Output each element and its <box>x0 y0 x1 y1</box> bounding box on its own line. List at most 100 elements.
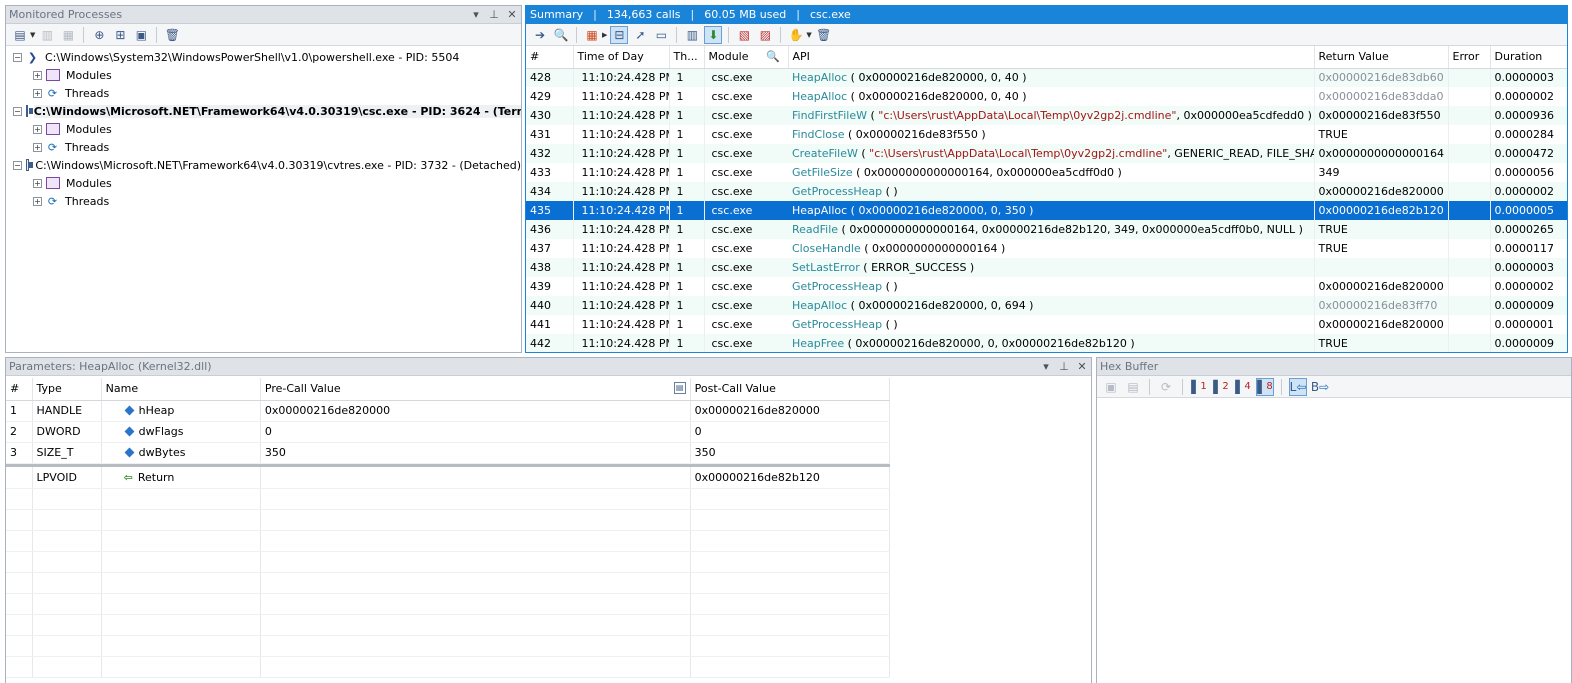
table-row[interactable]: 434 11:10:24.428 PM 1 csc.exe GetProcessHeap… <box>526 182 1567 201</box>
empty-row <box>6 488 891 510</box>
col-pre-call[interactable]: Pre-Call Value ▤ <box>260 378 691 401</box>
expand-icon[interactable]: + <box>33 124 42 134</box>
columns-icon[interactable]: ▥ <box>683 26 701 44</box>
export-icon[interactable]: ▦ <box>59 26 77 44</box>
refresh-icon[interactable]: ⟳ <box>1157 378 1175 396</box>
tree-child-item[interactable]: + Modules <box>6 120 521 138</box>
process-name: csc.exe <box>809 8 851 21</box>
threads-icon: ⟳ <box>47 140 58 154</box>
api-filter-icon[interactable]: ▧ <box>735 26 753 44</box>
pane-menu-icon[interactable]: ▾ <box>1040 358 1052 376</box>
table-row[interactable]: 428 11:10:24.428 PM 1 csc.exe HeapAlloc ( 0x… <box>526 68 1567 87</box>
big-endian-button[interactable]: B ⇨ <box>1311 378 1329 396</box>
byte-8-button[interactable]: ▌ 8 <box>1256 377 1274 396</box>
byte-4-button[interactable]: ▌ 4 <box>1234 378 1252 396</box>
cell-error <box>1448 277 1491 296</box>
col-error[interactable]: Error <box>1448 46 1491 69</box>
tree-process-item[interactable]: − C:\Windows\Microsoft.NET\Framework64\v… <box>6 156 521 174</box>
param-row[interactable]: 3 SIZE_T dwBytes 350 350 <box>6 442 891 464</box>
col-post-call[interactable]: Post-Call Value <box>690 378 891 401</box>
console-icon[interactable]: ▭ <box>652 26 670 44</box>
tree-child-item[interactable]: + Modules <box>6 66 521 84</box>
table-row[interactable]: 433 11:10:24.428 PM 1 csc.exe GetFileSize ( … <box>526 163 1567 182</box>
trash-icon[interactable]: 🗑 <box>815 26 833 44</box>
pin-icon[interactable]: ⊥ <box>488 6 500 24</box>
api-args: ( ) <box>882 185 898 198</box>
summary-tab[interactable]: Summary <box>530 6 583 24</box>
table-row[interactable]: 438 11:10:24.428 PM 1 csc.exe SetLastError (… <box>526 258 1567 277</box>
tree-process-item[interactable]: − ❯ C:\Windows\System32\WindowsPowerShel… <box>6 48 521 66</box>
col-api[interactable]: API <box>788 46 1315 69</box>
tree-view-icon[interactable]: ⊟ <box>610 25 629 44</box>
tree-child-item[interactable]: + ⟳ Threads <box>6 192 521 210</box>
return-name-cell: ⇦ Return <box>101 467 261 489</box>
col-param-name[interactable]: Name <box>101 378 261 401</box>
col-module[interactable]: Module <box>704 46 760 69</box>
table-row[interactable]: 429 11:10:24.428 PM 1 csc.exe HeapAlloc ( 0x… <box>526 87 1567 106</box>
table-row[interactable]: 442 11:10:24.428 PM 1 csc.exe HeapFree ( 0x0… <box>526 334 1567 352</box>
hand-icon[interactable]: ✋ <box>787 26 805 44</box>
param-row[interactable]: 1 HANDLE hHeap 0x00000216de820000 0x0000… <box>6 400 891 422</box>
clear-filter-icon[interactable]: ▨ <box>756 26 774 44</box>
autoscroll-icon[interactable]: ⬇ <box>704 25 723 44</box>
table-row[interactable]: 437 11:10:24.428 PM 1 csc.exe CloseHandle ( … <box>526 239 1567 258</box>
save-icon[interactable]: ▣ <box>1102 378 1120 396</box>
properties-icon[interactable]: ▣ <box>132 26 150 44</box>
col-return[interactable]: Return Value <box>1314 46 1449 69</box>
param-row[interactable]: 2 DWORD dwFlags 0 0 <box>6 421 891 443</box>
col-number[interactable]: # <box>526 46 574 69</box>
search-column-icon[interactable]: 🔍 <box>760 46 789 69</box>
cell-api: FindClose ( 0x00000216de83f550 ) <box>788 125 1315 144</box>
pane-menu-icon[interactable]: ▾ <box>470 6 482 24</box>
go-to-call-icon[interactable]: ➔ <box>531 26 549 44</box>
tree-process-item[interactable]: − C:\Windows\Microsoft.NET\Framework64\v… <box>6 102 521 120</box>
dropdown-arrow-icon[interactable]: ▶ <box>602 31 607 39</box>
find-icon[interactable]: 🔍 <box>552 26 570 44</box>
table-row[interactable]: 435 11:10:24.428 PM 1 csc.exe HeapAlloc ( 0x… <box>526 201 1567 220</box>
collapse-icon[interactable]: − <box>13 106 22 116</box>
table-row[interactable]: 440 11:10:24.428 PM 1 csc.exe HeapAlloc ( 0x… <box>526 296 1567 315</box>
byte-1-button[interactable]: ▌ 1 <box>1190 378 1208 396</box>
copy-icon[interactable]: ▥ <box>38 26 56 44</box>
expand-icon[interactable]: + <box>33 70 42 80</box>
col-param-type[interactable]: Type <box>32 378 102 401</box>
little-endian-button[interactable]: L ⇦ <box>1289 377 1307 396</box>
copy-icon[interactable]: ▤ <box>1124 378 1142 396</box>
expand-icon[interactable]: + <box>33 178 42 188</box>
dropdown-arrow-icon[interactable]: ▼ <box>30 31 35 39</box>
col-duration[interactable]: Duration <box>1490 46 1567 69</box>
return-row[interactable]: LPVOID ⇦ Return 0x00000216de82b120 <box>6 467 891 489</box>
table-row[interactable]: 441 11:10:24.428 PM 1 csc.exe GetProcessHeap… <box>526 315 1567 334</box>
monitor-new-process-icon[interactable]: ▤ <box>11 26 29 44</box>
byte-2-button[interactable]: ▌ 2 <box>1212 378 1230 396</box>
hierarchy-icon[interactable]: ⊞ <box>111 26 129 44</box>
pin-icon[interactable]: ⊥ <box>1058 358 1070 376</box>
table-row[interactable]: 439 11:10:24.428 PM 1 csc.exe GetProcessHeap… <box>526 277 1567 296</box>
api-args: ( 0x0000000000000164, 0x000000ea5cdff0d0… <box>852 166 1122 179</box>
color-icon[interactable]: ▦ <box>583 26 601 44</box>
dropdown-arrow-icon[interactable]: ▼ <box>806 31 811 39</box>
collapse-icon[interactable]: − <box>13 160 22 170</box>
tree-child-item[interactable]: + ⟳ Threads <box>6 84 521 102</box>
expand-icon[interactable]: + <box>33 196 42 206</box>
crosshair-icon[interactable]: ⊕ <box>90 26 108 44</box>
tree-child-item[interactable]: + ⟳ Threads <box>6 138 521 156</box>
collapse-icon[interactable]: − <box>13 52 22 62</box>
col-param-number[interactable]: # <box>6 378 33 401</box>
col-thread[interactable]: Th... <box>669 46 705 69</box>
cell-duration: 0.0000056 <box>1490 163 1567 182</box>
expand-icon[interactable]: + <box>33 88 42 98</box>
table-row[interactable]: 436 11:10:24.428 PM 1 csc.exe ReadFile ( 0x0… <box>526 220 1567 239</box>
table-row[interactable]: 431 11:10:24.428 PM 1 csc.exe FindClose ( 0x… <box>526 125 1567 144</box>
child-label: Modules <box>66 176 112 190</box>
col-time[interactable]: Time of Day <box>573 46 670 69</box>
tree-child-item[interactable]: + Modules <box>6 174 521 192</box>
close-icon[interactable]: ✕ <box>1076 358 1088 376</box>
table-row[interactable]: 430 11:10:24.428 PM 1 csc.exe FindFirstFileW… <box>526 106 1567 125</box>
trash-icon[interactable]: 🗑 <box>163 26 181 44</box>
table-row[interactable]: 432 11:10:24.428 PM 1 csc.exe CreateFileW ( … <box>526 144 1567 163</box>
expand-icon[interactable]: + <box>33 142 42 152</box>
close-icon[interactable]: ✕ <box>506 6 518 24</box>
highlight-icon[interactable]: ➚ <box>631 26 649 44</box>
column-chooser-icon[interactable]: ▤ <box>673 382 686 394</box>
